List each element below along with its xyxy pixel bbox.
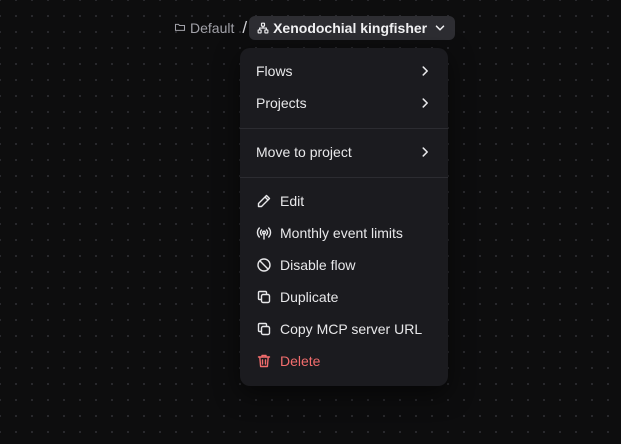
menu-item-edit[interactable]: Edit	[248, 186, 440, 216]
menu-item-label: Projects	[256, 95, 307, 111]
menu-item-label: Disable flow	[280, 257, 356, 273]
menu-divider	[240, 177, 448, 178]
menu-item-projects[interactable]: Projects	[248, 88, 440, 118]
workflow-icon	[257, 22, 269, 34]
copy-icon	[256, 321, 272, 337]
folder-icon	[174, 20, 186, 36]
menu-item-monthly-event-limits[interactable]: Monthly event limits	[248, 218, 440, 248]
menu-item-flows[interactable]: Flows	[248, 56, 440, 86]
menu-item-copy-mcp-server-url[interactable]: Copy MCP server URL	[248, 314, 440, 344]
menu-item-label: Delete	[280, 353, 321, 369]
menu-item-move-to-project[interactable]: Move to project	[248, 137, 440, 167]
chevron-right-icon	[418, 64, 432, 78]
ban-icon	[256, 257, 272, 273]
menu-item-label: Move to project	[256, 144, 352, 160]
menu-item-label: Duplicate	[280, 289, 339, 305]
pencil-icon	[256, 193, 272, 209]
menu-item-duplicate[interactable]: Duplicate	[248, 282, 440, 312]
flow-context-menu: Flows Projects Move to project Edit Mont…	[240, 48, 448, 386]
breadcrumb: Default / Xenodochial kingfisher	[168, 15, 456, 41]
menu-item-label: Edit	[280, 193, 305, 209]
broadcast-icon	[256, 225, 272, 241]
chevron-right-icon	[418, 96, 432, 110]
chevron-down-icon	[431, 21, 447, 35]
breadcrumb-separator: /	[242, 18, 248, 37]
menu-item-delete[interactable]: Delete	[248, 346, 440, 376]
menu-item-label: Flows	[256, 63, 293, 79]
copy-icon	[256, 289, 272, 305]
breadcrumb-project-default[interactable]: Default	[168, 15, 240, 41]
flow-name-label: Xenodochial kingfisher	[273, 20, 428, 36]
menu-item-label: Copy MCP server URL	[280, 321, 423, 337]
trash-icon	[256, 353, 272, 369]
menu-item-disable-flow[interactable]: Disable flow	[248, 250, 440, 280]
flow-selector-button[interactable]: Xenodochial kingfisher	[249, 16, 456, 40]
breadcrumb-project-label: Default	[190, 20, 235, 36]
menu-item-label: Monthly event limits	[280, 225, 403, 241]
menu-divider	[240, 128, 448, 129]
chevron-right-icon	[418, 145, 432, 159]
